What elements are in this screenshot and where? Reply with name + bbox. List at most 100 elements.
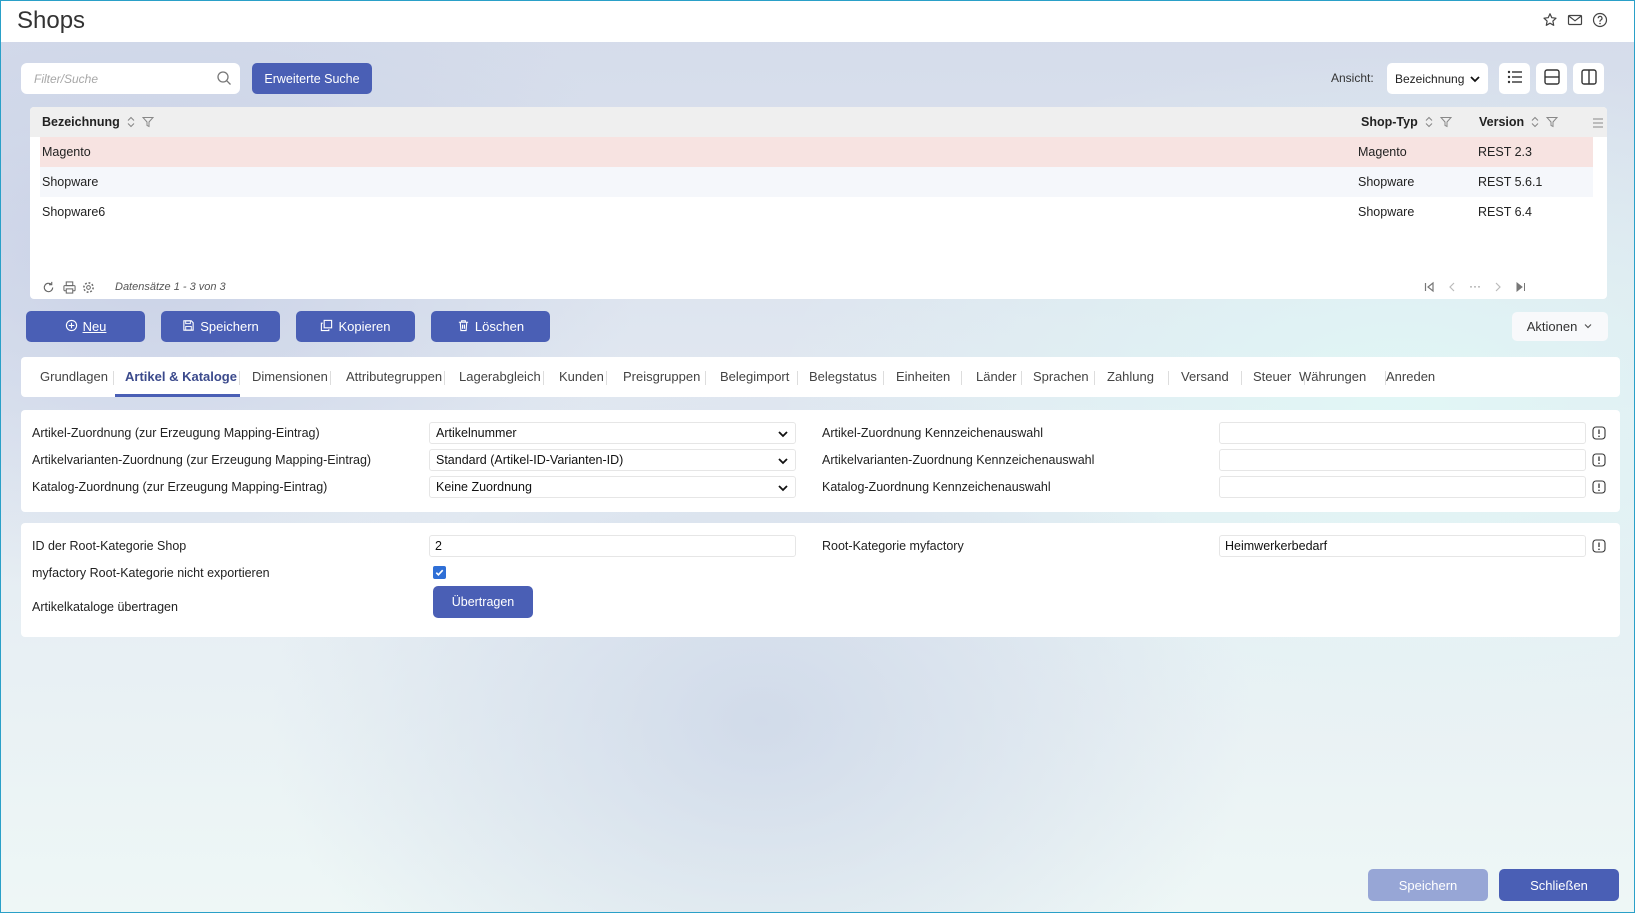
chevron-down-icon xyxy=(1583,319,1593,334)
sort-icon[interactable] xyxy=(126,116,136,128)
refresh-icon[interactable] xyxy=(42,281,55,294)
tab-lagerabgleich[interactable]: Lagerabgleich xyxy=(459,369,541,384)
list-view-button[interactable] xyxy=(1499,63,1530,94)
column-header-version[interactable]: Version xyxy=(1479,115,1559,129)
cell-name: Shopware6 xyxy=(42,205,106,219)
tab-separator xyxy=(113,371,114,385)
cell-version: REST 5.6.1 xyxy=(1478,175,1543,189)
tab-waehrungen[interactable]: Währungen xyxy=(1299,369,1366,384)
settings-icon[interactable] xyxy=(82,281,95,294)
variant-flag-field[interactable] xyxy=(1219,449,1586,471)
actions-dropdown[interactable]: Aktionen xyxy=(1512,312,1608,341)
column-label: Bezeichnung xyxy=(42,115,120,129)
tab-dimensionen[interactable]: Dimensionen xyxy=(252,369,328,384)
table-header: Bezeichnung Shop-Typ Version xyxy=(30,107,1607,137)
tab-belegimport[interactable]: Belegimport xyxy=(720,369,789,384)
no-export-label: myfactory Root-Kategorie nicht exportier… xyxy=(32,566,270,580)
close-button[interactable]: Schließen xyxy=(1499,869,1619,901)
page-more-label[interactable]: ··· xyxy=(1469,279,1481,293)
tab-anreden[interactable]: Anreden xyxy=(1386,369,1435,384)
variant-flag-label: Artikelvarianten-Zuordnung Kennzeichenau… xyxy=(822,453,1095,467)
copy-button[interactable]: Kopieren xyxy=(296,311,415,342)
new-button[interactable]: Neu xyxy=(26,311,145,342)
root-category-field[interactable]: Heimwerkerbedarf xyxy=(1219,535,1586,557)
view-select[interactable]: Bezeichnung xyxy=(1387,63,1488,94)
tab-kunden[interactable]: Kunden xyxy=(559,369,604,384)
first-page-icon[interactable] xyxy=(1423,281,1435,293)
root-id-value: 2 xyxy=(435,539,442,553)
variant-mapping-value: Standard (Artikel-ID-Varianten-ID) xyxy=(436,453,624,467)
root-category-label: Root-Kategorie myfactory xyxy=(822,539,964,553)
sort-icon[interactable] xyxy=(1424,116,1434,128)
table-row[interactable]: Shopware Shopware REST 5.6.1 xyxy=(40,167,1593,197)
new-button-label: Neu xyxy=(82,319,107,334)
catalog-mapping-select[interactable]: Keine Zuordnung xyxy=(429,476,796,498)
no-export-checkbox[interactable] xyxy=(433,566,446,579)
column-header-shop-type[interactable]: Shop-Typ xyxy=(1361,115,1452,129)
table-row[interactable]: Shopware6 Shopware REST 6.4 xyxy=(40,197,1593,227)
tab-preisgruppen[interactable]: Preisgruppen xyxy=(623,369,700,384)
filter-icon[interactable] xyxy=(1439,116,1452,128)
info-icon[interactable] xyxy=(1592,426,1606,440)
variant-mapping-select[interactable]: Standard (Artikel-ID-Varianten-ID) xyxy=(429,449,796,471)
info-icon[interactable] xyxy=(1592,480,1606,494)
catalog-flag-label: Katalog-Zuordnung Kennzeichenauswahl xyxy=(822,480,1051,494)
transfer-catalogs-label: Artikelkataloge übertragen xyxy=(32,600,178,614)
tab-sprachen[interactable]: Sprachen xyxy=(1033,369,1089,384)
catalog-flag-field[interactable] xyxy=(1219,476,1586,498)
tab-separator xyxy=(1094,371,1095,385)
tab-einheiten[interactable]: Einheiten xyxy=(896,369,950,384)
advanced-search-button[interactable]: Erweiterte Suche xyxy=(252,63,372,94)
footer-save-label: Speichern xyxy=(1398,877,1458,893)
delete-button[interactable]: Löschen xyxy=(431,311,550,342)
search-icon[interactable] xyxy=(216,70,232,86)
info-icon[interactable] xyxy=(1592,453,1606,467)
tab-attributegruppen[interactable]: Attributegruppen xyxy=(346,369,442,384)
filter-icon[interactable] xyxy=(1546,116,1559,128)
info-icon[interactable] xyxy=(1592,539,1606,553)
split-vertical-icon xyxy=(1580,68,1598,89)
split-horizontal-icon xyxy=(1543,68,1561,89)
tab-separator xyxy=(1021,371,1022,385)
trash-icon xyxy=(457,319,470,335)
article-flag-field[interactable] xyxy=(1219,422,1586,444)
last-page-icon[interactable] xyxy=(1515,281,1527,293)
column-label: Shop-Typ xyxy=(1361,115,1418,129)
tab-separator xyxy=(883,371,884,385)
sort-icon[interactable] xyxy=(1530,116,1540,128)
column-menu-icon[interactable] xyxy=(1592,117,1604,131)
root-id-field[interactable]: 2 xyxy=(429,535,796,557)
tab-laender[interactable]: Länder xyxy=(976,369,1016,384)
tab-steuer[interactable]: Steuer xyxy=(1253,369,1291,384)
next-page-icon[interactable] xyxy=(1492,281,1504,293)
transfer-button[interactable]: Übertragen xyxy=(433,586,533,618)
help-icon[interactable] xyxy=(1592,12,1608,28)
save-button[interactable]: Speichern xyxy=(161,311,280,342)
star-icon[interactable] xyxy=(1542,12,1558,28)
mail-icon[interactable] xyxy=(1567,12,1583,28)
filter-icon[interactable] xyxy=(141,116,154,128)
root-id-label: ID der Root-Kategorie Shop xyxy=(32,539,187,553)
table-row[interactable]: Magento Magento REST 2.3 xyxy=(40,137,1593,167)
mapping-panel: Artikel-Zuordnung (zur Erzeugung Mapping… xyxy=(21,410,1620,512)
tab-separator xyxy=(606,371,607,385)
catalog-mapping-label: Katalog-Zuordnung (zur Erzeugung Mapping… xyxy=(32,480,328,494)
page-title: Shops xyxy=(17,7,86,34)
column-header-name[interactable]: Bezeichnung xyxy=(42,115,154,129)
print-icon[interactable] xyxy=(63,281,76,294)
chevron-down-icon xyxy=(777,455,789,467)
footer-save-button[interactable]: Speichern xyxy=(1368,869,1488,901)
tab-grundlagen[interactable]: Grundlagen xyxy=(40,369,108,384)
search-input[interactable] xyxy=(21,63,211,94)
previous-page-icon[interactable] xyxy=(1446,281,1458,293)
tab-artikel-kataloge[interactable]: Artikel & Kataloge xyxy=(125,369,237,384)
tab-zahlung[interactable]: Zahlung xyxy=(1107,369,1154,384)
article-mapping-select[interactable]: Artikelnummer xyxy=(429,422,796,444)
vertical-split-button[interactable] xyxy=(1573,63,1604,94)
active-tab-indicator xyxy=(115,394,240,397)
root-category-value: Heimwerkerbedarf xyxy=(1225,539,1328,553)
tab-belegstatus[interactable]: Belegstatus xyxy=(809,369,877,384)
column-label: Version xyxy=(1479,115,1525,129)
horizontal-split-button[interactable] xyxy=(1536,63,1567,94)
tab-versand[interactable]: Versand xyxy=(1181,369,1229,384)
